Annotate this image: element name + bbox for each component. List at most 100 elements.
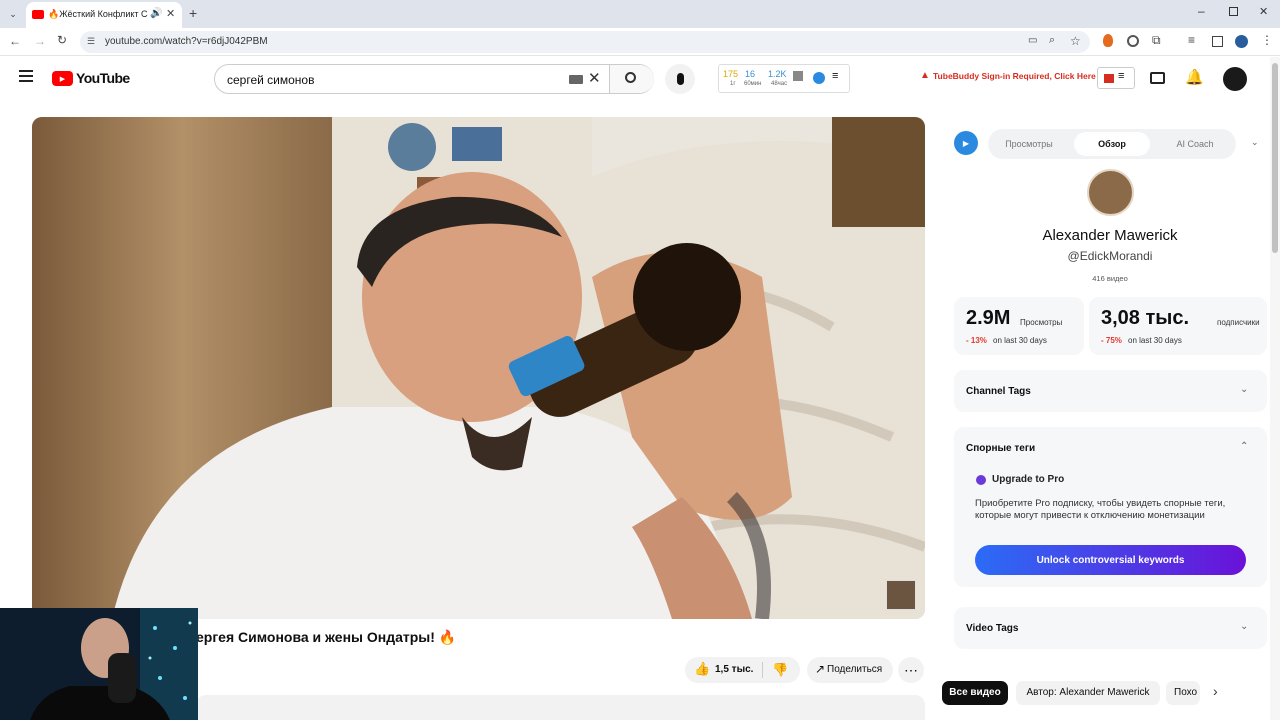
search-button[interactable] [609, 65, 654, 93]
pro-badge-icon [976, 475, 986, 485]
reload-icon[interactable]: ↻ [57, 33, 67, 47]
tab-ai-coach[interactable]: AI Coach [1154, 132, 1236, 156]
dislike-icon[interactable]: 👎 [772, 662, 788, 678]
channel-avatar[interactable] [1087, 169, 1134, 216]
chevron-down-icon: ⌄ [1240, 384, 1249, 395]
stat-label-3: 48час [771, 81, 788, 87]
chip-similar[interactable]: Похо [1166, 681, 1200, 705]
browser-toolbar: ← → ↻ ☰ youtube.com/watch?v=r6djJ042PBM … [0, 28, 1280, 56]
collapse-panel-icon[interactable]: ⌄ [1251, 137, 1259, 148]
create-video-icon[interactable] [1150, 72, 1165, 84]
bookmark-star-icon[interactable]: ☆ [1070, 34, 1081, 48]
share-button[interactable]: ↗ Поделиться [807, 657, 893, 683]
extension-fire-icon[interactable] [1103, 34, 1113, 47]
description-box[interactable] [196, 695, 925, 720]
chip-author[interactable]: Автор: Alexander Mawerick [1016, 681, 1160, 705]
share-label: Поделиться [827, 664, 883, 675]
zoom-icon[interactable]: ⌕ [1049, 34, 1055, 47]
stats-widget[interactable]: 175 1г 16 60мин 1.2K 48час ≡ [718, 64, 850, 93]
subscribers-label: подписчики [1217, 318, 1260, 327]
youtube-header: ▶ YouTube ✕ 175 1г 16 60мин 1.2K 48час ≡… [0, 57, 1270, 101]
views-period: on last 30 days [993, 336, 1047, 345]
clear-search-icon[interactable]: ✕ [588, 69, 601, 87]
panel-tabs: Просмотры Обзор AI Coach [988, 129, 1236, 159]
channel-watermark[interactable] [886, 580, 916, 610]
subscribers-value: 3,08 тыс. [1101, 307, 1190, 329]
chart-icon[interactable] [793, 71, 803, 81]
notifications-bell-icon[interactable]: 🔔 [1185, 68, 1204, 86]
tab-overview[interactable]: Обзор [1074, 132, 1150, 156]
forward-icon[interactable]: → [34, 34, 46, 48]
subscribers-period: on last 30 days [1128, 336, 1182, 345]
site-info-icon[interactable]: ☰ [87, 36, 95, 47]
stat-value-2: 16 [745, 69, 756, 79]
webcam-image [0, 608, 198, 720]
channel-tags-heading: Channel Tags [966, 386, 1031, 397]
address-bar[interactable]: ☰ youtube.com/watch?v=r6djJ042PBM ▭ ⌕ ☆ [80, 31, 1090, 53]
media-controls-icon[interactable]: ≡ [1188, 33, 1195, 47]
hamburger-menu-icon[interactable] [19, 70, 33, 82]
scrollbar-thumb[interactable] [1272, 63, 1278, 253]
extension-globe-icon[interactable] [1127, 35, 1139, 47]
tab-search-icon[interactable]: ⌄ [6, 7, 20, 21]
audio-playing-icon[interactable]: 🔊 [150, 8, 162, 19]
video-tags-section[interactable]: Video Tags ⌄ [954, 607, 1267, 649]
chips-next-icon[interactable]: › [1213, 683, 1218, 699]
channel-handle: @EdickMorandi [1067, 249, 1153, 263]
search-icon [625, 72, 636, 83]
upgrade-title: Upgrade to Pro [992, 474, 1065, 485]
restore-icon[interactable] [1229, 7, 1238, 16]
url-text[interactable]: youtube.com/watch?v=r6djJ042PBM [105, 36, 268, 47]
new-tab-icon[interactable]: + [189, 5, 197, 21]
share-arrow-icon: ↗ [815, 662, 826, 676]
like-icon[interactable]: 👍 [694, 661, 710, 677]
install-app-icon[interactable]: ▭ [1028, 35, 1037, 46]
channel-tags-section[interactable]: Channel Tags ⌄ [954, 370, 1267, 412]
youtube-logo-text: YouTube [76, 70, 130, 86]
tubebuddy-logo-icon[interactable] [813, 72, 825, 84]
warning-icon: ▲ [920, 70, 930, 81]
tubebuddy-flag-icon [1104, 74, 1114, 83]
tab-title: 🔥Жёсткий Конфликт Сер [48, 9, 148, 19]
unlock-button-label: Unlock controversial keywords [1036, 554, 1185, 566]
back-icon[interactable]: ← [9, 34, 21, 48]
like-count[interactable]: 1,5 тыс. [715, 664, 753, 675]
account-avatar[interactable] [1223, 67, 1247, 91]
controversial-heading[interactable]: Спорные теги [966, 443, 1035, 454]
search-input[interactable] [227, 71, 567, 89]
tubebuddy-warning-link[interactable]: TubeBuddy Sign-in Required, Click Here [933, 71, 1096, 81]
close-window-icon[interactable]: ✕ [1259, 5, 1268, 18]
youtube-logo[interactable]: ▶ YouTube [52, 70, 130, 88]
chevron-down-icon: ⌄ [1240, 621, 1249, 632]
search-bar: ✕ [214, 64, 654, 94]
browser-menu-icon[interactable]: ⋮ [1261, 33, 1273, 47]
stat-value-3: 1.2K [768, 69, 787, 79]
views-label: Просмотры [1020, 318, 1063, 327]
chip-all-videos[interactable]: Все видео [942, 681, 1008, 705]
channel-name[interactable]: Alexander Mawerick [941, 227, 1279, 244]
widget-menu-icon[interactable]: ≡ [832, 70, 838, 82]
voice-search-button[interactable] [665, 64, 695, 94]
video-tags-heading: Video Tags [966, 623, 1019, 634]
unlock-keywords-button[interactable]: Unlock controversial keywords [975, 545, 1246, 575]
close-tab-icon[interactable]: ✕ [166, 7, 175, 20]
more-actions-button[interactable]: ⋯ [898, 657, 924, 683]
side-panel-icon[interactable] [1212, 36, 1223, 47]
chevron-up-icon[interactable]: ⌃ [1240, 441, 1248, 452]
video-count: 416 видео [1092, 274, 1128, 283]
youtube-play-icon: ▶ [52, 71, 73, 86]
tab-views[interactable]: Просмотры [988, 132, 1070, 156]
extensions-puzzle-icon[interactable]: ⧉ [1152, 33, 1161, 48]
profile-avatar-icon[interactable] [1235, 35, 1248, 48]
video-player[interactable] [32, 117, 925, 619]
divider [762, 662, 763, 678]
tubebuddy-panel: ▶ Просмотры Обзор AI Coach ⌄ Alexander M… [941, 117, 1269, 667]
tubebuddy-menu-button[interactable]: ≡ [1097, 67, 1135, 89]
minimize-icon[interactable]: – [1198, 4, 1205, 18]
microphone-icon [676, 73, 684, 85]
upgrade-text: Приобретите Pro подписку, чтобы увидеть … [975, 498, 1226, 521]
keyboard-icon[interactable] [569, 75, 583, 84]
browser-tab[interactable]: 🔥Жёсткий Конфликт Сер 🔊 ✕ [26, 2, 182, 28]
page-scrollbar[interactable] [1270, 57, 1280, 720]
stat-label-1: 1г [730, 81, 736, 87]
